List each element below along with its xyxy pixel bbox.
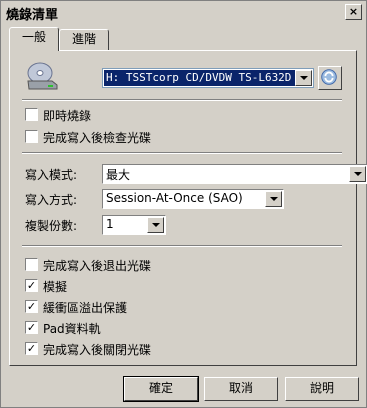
- checkbox-box[interactable]: ✓: [25, 342, 38, 355]
- checkbox-box[interactable]: ✓: [25, 321, 38, 334]
- checkbox-box[interactable]: [25, 130, 38, 143]
- chevron-down-icon[interactable]: [147, 217, 164, 233]
- copies-value: 1: [106, 217, 114, 231]
- write-mode-label: 寫入模式:: [25, 168, 78, 182]
- checkbox-label: 即時燒錄: [43, 109, 92, 123]
- write-mode-value: 最大: [106, 168, 131, 182]
- checkbox-label: 完成寫入後檢查光碟: [43, 131, 152, 145]
- checkbox-label: 緩衝區溢出保護: [43, 301, 128, 315]
- copies-select[interactable]: 1: [102, 215, 166, 235]
- cd-drive-icon: [27, 62, 58, 90]
- write-method-value: Session-At-Once (SAO): [106, 191, 243, 205]
- checkbox-label: Pad資料軌: [43, 322, 101, 336]
- tab-panel-general: H: TSSTcorp CD/DVDW TS-L632D AS05 即時燒錄 完…: [9, 50, 367, 366]
- drive-select-value: H: TSSTcorp CD/DVDW TS-L632D AS05: [104, 70, 295, 86]
- checkbox-box[interactable]: ✓: [25, 300, 38, 313]
- refresh-button[interactable]: [318, 66, 342, 90]
- help-button[interactable]: 說明: [285, 377, 359, 401]
- tab-general[interactable]: 一般: [9, 27, 59, 51]
- window-title: 燒錄清單: [6, 8, 59, 23]
- cancel-button[interactable]: 取消: [204, 377, 278, 401]
- write-method-label: 寫入方式:: [25, 193, 78, 207]
- write-mode-select[interactable]: 最大: [102, 164, 367, 184]
- checkbox-box[interactable]: ✓: [25, 279, 38, 292]
- drive-select[interactable]: H: TSSTcorp CD/DVDW TS-L632D AS05: [102, 68, 314, 88]
- ok-button[interactable]: 確定: [123, 376, 199, 402]
- refresh-icon: [321, 69, 337, 85]
- chevron-down-icon[interactable]: [265, 191, 282, 207]
- title-bar: 燒錄清單 ×: [1, 1, 366, 23]
- close-button[interactable]: ×: [345, 4, 362, 20]
- close-icon: ×: [348, 5, 359, 18]
- checkbox-box[interactable]: [25, 108, 38, 121]
- chevron-down-icon[interactable]: [349, 166, 366, 182]
- chevron-down-icon[interactable]: [295, 70, 312, 86]
- separator: [22, 99, 342, 101]
- separator: [22, 152, 342, 154]
- burn-list-dialog: 燒錄清單 × 一般 進階 H: TSSTcorp CD/DVDW TS-L632…: [0, 0, 367, 408]
- checkbox-label: 模擬: [43, 280, 68, 294]
- checkbox-box[interactable]: [25, 258, 38, 271]
- tab-advanced[interactable]: 進階: [59, 29, 109, 51]
- write-method-select[interactable]: Session-At-Once (SAO): [102, 189, 284, 209]
- checkbox-label: 完成寫入後關閉光碟: [43, 343, 152, 357]
- separator: [22, 245, 342, 247]
- checkbox-label: 完成寫入後退出光碟: [43, 259, 152, 273]
- copies-label: 複製份數:: [25, 219, 78, 233]
